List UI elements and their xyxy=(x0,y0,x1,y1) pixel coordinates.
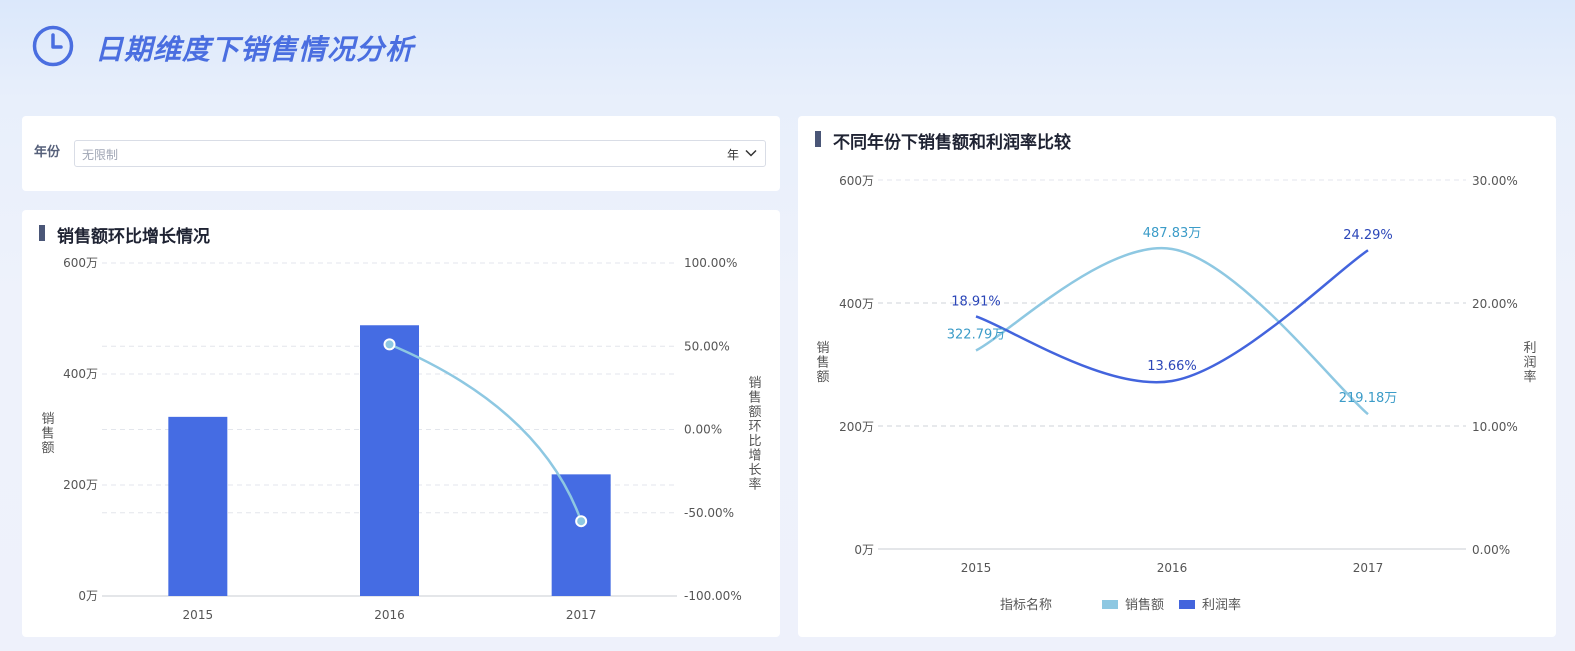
x-tick-label: 2017 xyxy=(1353,561,1384,575)
y2-tick-label: 0.00% xyxy=(1472,543,1510,557)
y2-axis-title-char: 率 xyxy=(1523,369,1536,385)
year-filter-placeholder: 无限制 xyxy=(82,148,119,162)
y-axis-title: 销售额 xyxy=(41,412,54,456)
filter-panel: 年份 无限制 年 xyxy=(22,116,780,191)
y2-tick-label: 100.00% xyxy=(684,256,737,270)
y2-axis-title-char: 比 xyxy=(748,434,761,449)
y2-axis-title-char: 增 xyxy=(748,448,761,463)
legend-title: 指标名称 xyxy=(1000,597,1052,613)
sales-bar xyxy=(551,474,611,596)
y2-axis-title-char: 利 xyxy=(1523,341,1536,356)
y-axis-title-char: 额 xyxy=(41,441,54,456)
y2-axis-title-char: 额 xyxy=(748,405,761,420)
y2-axis-title-char: 润 xyxy=(1523,356,1536,371)
y2-axis-title-char: 环 xyxy=(748,419,761,434)
y-tick-label: 400万 xyxy=(839,297,874,311)
clock-icon xyxy=(32,25,74,67)
page-header: 日期维度下销售情况分析 xyxy=(0,0,1575,100)
y2-axis-title-char: 售 xyxy=(748,389,761,405)
y-tick-label: 0万 xyxy=(78,589,98,603)
y2-axis-title-char: 率 xyxy=(748,476,761,492)
sales-bar xyxy=(360,325,419,596)
x-tick-label: 2016 xyxy=(1157,561,1188,575)
sales-profit-chart: 0万 200万 400万 600万 0.00% 10.00% 20.00% 30.00% 201… xyxy=(816,174,1536,613)
y2-tick-label: -50.00% xyxy=(684,506,734,520)
legend-label-sales: 销售额 xyxy=(1125,597,1164,613)
chevron-down-icon[interactable] xyxy=(745,148,757,158)
mom-point xyxy=(577,517,586,526)
mom-point xyxy=(385,340,394,349)
profit-data-label: 24.29% xyxy=(1343,228,1393,243)
y2-axis-title: 利润率 xyxy=(1523,341,1536,385)
y2-axis-title: 销售额环比增长率 xyxy=(748,376,761,493)
y2-tick-label: 0.00% xyxy=(684,423,722,437)
legend-swatch-profit xyxy=(1179,600,1195,609)
year-filter-unit: 年 xyxy=(726,148,739,162)
y-tick-label: 200万 xyxy=(839,420,874,434)
y-axis-title: 销售额 xyxy=(816,341,829,385)
y2-tick-label: 10.00% xyxy=(1472,420,1518,434)
y2-tick-label: 30.00% xyxy=(1472,174,1518,188)
year-filter-label: 年份 xyxy=(34,145,61,160)
mom-growth-chart: 0万 200万 400万 600万 100.00% 50.00% 0.00% -50.00% -… xyxy=(41,256,761,622)
profit-data-label: 13.66% xyxy=(1147,359,1197,374)
year-filter-select[interactable]: 无限制 年 xyxy=(74,140,766,167)
y-tick-label: 600万 xyxy=(63,256,98,270)
sales-bar xyxy=(168,416,228,596)
y2-tick-label: 20.00% xyxy=(1472,297,1518,311)
sales-data-label: 322.79万 xyxy=(947,327,1006,342)
y-tick-label: 0万 xyxy=(854,543,874,557)
x-tick-label: 2015 xyxy=(183,608,214,622)
mom-growth-panel: 销售额环比增长情况 0万 200万 400万 600万 100.00% 50.00% 0.0… xyxy=(22,210,780,637)
y-axis-title-char: 销 xyxy=(816,341,829,356)
y2-axis-title-char: 销 xyxy=(748,376,761,391)
legend-swatch-sales xyxy=(1102,600,1118,609)
sales-data-label: 487.83万 xyxy=(1143,226,1202,241)
sales-profit-panel: 不同年份下销售额和利润率比较 0万 200万 400万 600万 0.00% 10.00%… xyxy=(798,116,1556,637)
y-axis-title-char: 售 xyxy=(41,426,54,442)
profit-data-label: 18.91% xyxy=(951,294,1001,309)
y2-tick-label: -100.00% xyxy=(684,589,742,603)
y-axis-title-char: 售 xyxy=(816,355,829,371)
y-axis-title-char: 额 xyxy=(816,370,829,385)
page-title: 日期维度下销售情况分析 xyxy=(95,33,415,66)
x-tick-label: 2017 xyxy=(566,608,597,622)
y-tick-label: 400万 xyxy=(63,367,98,381)
y-tick-label: 600万 xyxy=(839,174,874,188)
y2-axis-title-char: 长 xyxy=(748,463,761,478)
x-tick-label: 2015 xyxy=(961,561,992,575)
sales-data-label: 219.18万 xyxy=(1339,391,1398,406)
y-axis-title-char: 销 xyxy=(41,412,54,427)
x-tick-label: 2016 xyxy=(374,608,405,622)
y-tick-label: 200万 xyxy=(63,478,98,492)
y2-tick-label: 50.00% xyxy=(684,339,730,353)
legend-label-profit: 利润率 xyxy=(1202,597,1241,613)
sales-line xyxy=(975,246,1369,416)
